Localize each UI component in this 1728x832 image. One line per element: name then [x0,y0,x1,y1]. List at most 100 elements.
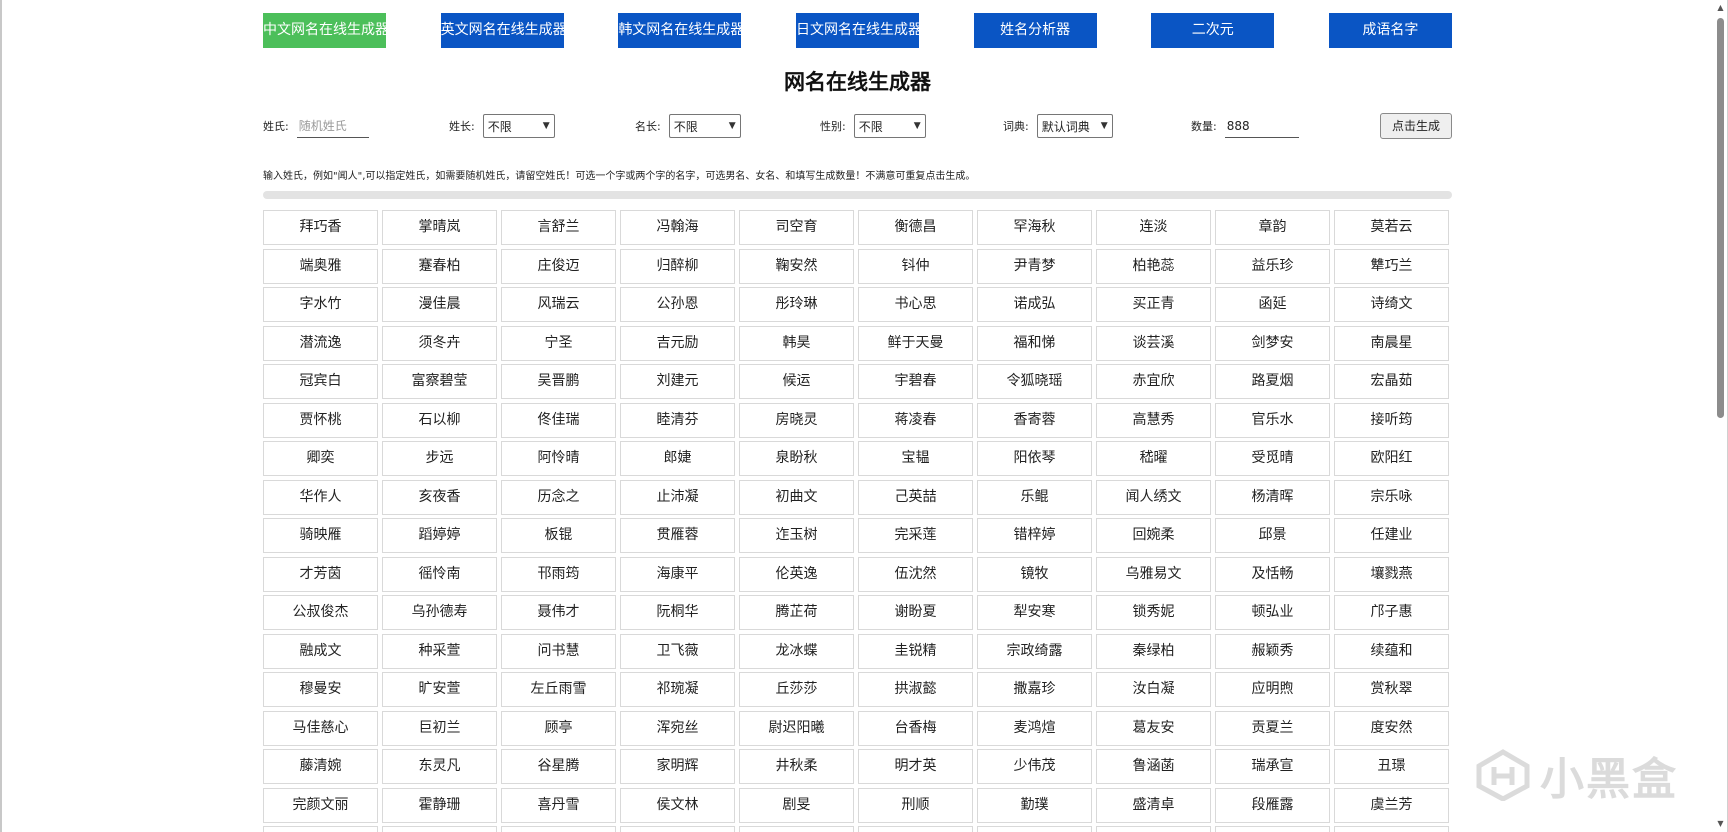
name-cell[interactable]: 罕海秋 [977,210,1092,245]
nav-tab[interactable]: 中文网名在线生成器 [263,13,389,48]
name-cell[interactable]: 才芳茵 [263,556,378,592]
name-cell[interactable]: 用俊雅 [1215,826,1330,832]
name-cell[interactable]: 麦鸿煊 [977,710,1092,746]
name-cell[interactable]: 候运 [739,364,854,399]
name-cell[interactable]: 蒋乐芸 [501,826,616,832]
name-cell[interactable]: 连淡 [1096,210,1211,245]
name-cell[interactable]: 勤璞 [977,787,1092,823]
name-cell[interactable]: 鲁涵菡 [1096,749,1211,784]
name-cell[interactable]: 漫佳晨 [382,287,497,322]
name-cell[interactable]: 宝韫 [858,441,973,476]
name-cell[interactable]: 种采萱 [382,633,497,669]
name-cell[interactable]: 阮桐华 [620,595,735,630]
name-cell[interactable]: 尹青梦 [977,248,1092,284]
name-cell[interactable]: 柏艳蕊 [1096,248,1211,284]
name-cell[interactable]: 腾芷荷 [739,595,854,630]
name-cell[interactable]: 掌晴岚 [382,210,497,245]
name-cell[interactable]: 旷安萱 [382,672,497,707]
name-cell[interactable]: 公孙恩 [620,287,735,322]
name-cell[interactable]: 谢盼夏 [858,595,973,630]
name-cell[interactable]: 圭锐精 [858,633,973,669]
name-cell[interactable]: 卫飞薇 [620,633,735,669]
name-cell[interactable]: 剧旻 [739,787,854,823]
name-cell[interactable]: 井秋柔 [739,749,854,784]
name-cell[interactable]: 止沛凝 [620,479,735,515]
name-cell[interactable]: 左丘雨雪 [501,672,616,707]
name-cell[interactable]: 问书慧 [501,633,616,669]
name-cell[interactable]: 字水竹 [263,287,378,322]
name-cell[interactable]: 贯雁蓉 [620,518,735,553]
nav-tab[interactable]: 成语名字 [1328,13,1452,48]
name-cell[interactable]: 杨清晖 [1215,479,1330,515]
name-cell[interactable]: 融成文 [263,633,378,669]
name-cell[interactable]: 赏秋翠 [1334,672,1449,707]
name-cell[interactable]: 邝子惠 [1334,595,1449,630]
name-cell[interactable]: 巴致萱 [858,826,973,832]
name-cell[interactable]: 祁琬凝 [620,672,735,707]
nav-tab[interactable]: 英文网名在线生成器 [440,13,567,48]
name-cell[interactable]: 喜丹雪 [501,787,616,823]
name-cell[interactable]: 赤宜欣 [1096,364,1211,399]
name-cell[interactable]: 犨巧兰 [1334,248,1449,284]
name-cell[interactable]: 益乐珍 [1215,248,1330,284]
name-cell[interactable]: 虞兰芳 [1334,787,1449,823]
name-cell[interactable]: 邱景 [1215,518,1330,553]
name-cell[interactable]: 冠宾白 [263,364,378,399]
name-cell[interactable]: 谷星腾 [501,749,616,784]
name-cell[interactable]: 佟佳瑞 [501,402,616,438]
name-cell[interactable]: 羊妙晴 [620,826,735,832]
name-cell[interactable]: 端奥雅 [263,248,378,284]
name-cell[interactable]: 香寄蓉 [977,402,1092,438]
name-cell[interactable]: 宗乐咏 [1334,479,1449,515]
name-cell[interactable]: 嵇曜 [1096,441,1211,476]
name-cell[interactable]: 钭仲 [858,248,973,284]
name-cell[interactable]: 顿弘业 [1215,595,1330,630]
name-cell[interactable]: 镜牧 [977,556,1092,592]
name-cell[interactable]: 蹈婷婷 [382,518,497,553]
name-cell[interactable]: 吴晋鹏 [501,364,616,399]
name-cell[interactable]: 归醉柳 [620,248,735,284]
nav-tab[interactable]: 姓名分析器 [973,13,1097,48]
name-cell[interactable]: 马佳慈心 [263,710,378,746]
name-cell[interactable]: 闻人绣文 [1096,479,1211,515]
name-cell[interactable]: 接听筠 [1334,402,1449,438]
name-cell[interactable]: 华作人 [263,479,378,515]
name-cell[interactable]: 邗雨筠 [501,556,616,592]
name-cell[interactable]: 步远 [382,441,497,476]
gender-select[interactable]: 不限 ▼ [853,114,926,138]
name-cell[interactable]: 汝白凝 [1096,672,1211,707]
name-cell[interactable]: 函延 [1215,287,1330,322]
name-cell[interactable]: 历念之 [501,479,616,515]
name-cell[interactable]: 藤清婉 [263,749,378,784]
quantity-input[interactable] [1224,114,1299,138]
name-cell[interactable]: 段雁露 [1215,787,1330,823]
name-cell[interactable]: 海康平 [620,556,735,592]
name-cell[interactable]: 锁秀妮 [1096,595,1211,630]
name-cell[interactable]: 任建业 [1334,518,1449,553]
name-cell[interactable]: 台香梅 [858,710,973,746]
name-cell[interactable]: 吉元励 [620,325,735,361]
name-cell[interactable]: 赧颖秀 [1215,633,1330,669]
name-cell[interactable]: 鞠安然 [739,248,854,284]
generate-button[interactable]: 点击生成 [1380,113,1452,139]
name-cell[interactable]: 房晓灵 [739,402,854,438]
name-cell[interactable]: 霍静珊 [382,787,497,823]
scroll-up-arrow-icon[interactable]: ▲ [1716,4,1725,12]
name-cell[interactable]: 蒋凌春 [858,402,973,438]
name-cell[interactable]: 巨初兰 [382,710,497,746]
name-cell[interactable]: 宗政绮露 [977,633,1092,669]
name-cell[interactable]: 绥永春 [977,826,1092,832]
name-cell[interactable]: 浑宛丝 [620,710,735,746]
name-cell[interactable]: 莫若云 [1334,210,1449,245]
name-cell[interactable]: 完颜文丽 [263,787,378,823]
name-cell[interactable]: 乌雅易文 [1096,556,1211,592]
name-cell[interactable]: 贾怀桃 [263,402,378,438]
name-cell[interactable]: 石以柳 [382,402,497,438]
name-cell[interactable]: 明才英 [858,749,973,784]
name-cell[interactable]: 书心思 [858,287,973,322]
name-cell[interactable]: 须冬卉 [382,325,497,361]
name-cell[interactable]: 公叔俊杰 [263,595,378,630]
name-cell[interactable]: 犁安寒 [977,595,1092,630]
surname-input[interactable] [296,114,369,138]
name-cell[interactable]: 错梓婷 [977,518,1092,553]
